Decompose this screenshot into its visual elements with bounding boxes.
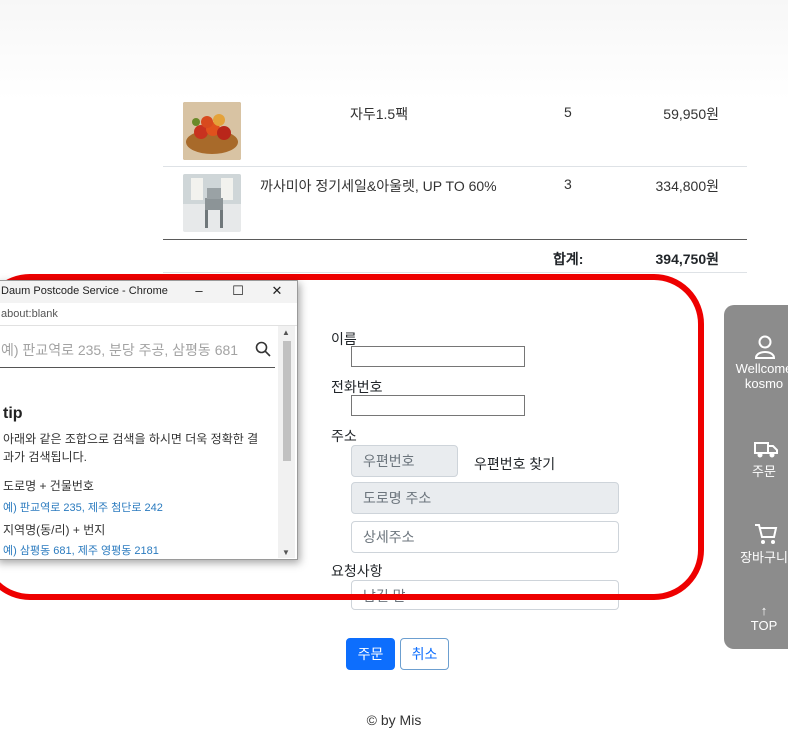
product-image [183,102,241,160]
popup-title: Daum Postcode Service - Chrome [1,285,168,297]
search-icon[interactable] [255,341,271,357]
side-order-label: 주문 [752,464,776,479]
cart-icon [755,524,778,544]
road-address-field[interactable]: 도로명 주소 [351,482,619,514]
maximize-icon[interactable]: ☐ [228,283,248,301]
postcode-search-input[interactable]: 예) 판교역로 235, 분당 주공, 삼평동 681 [0,337,275,368]
footer-text: © by Mis [366,712,422,728]
item-price: 59,950원 [663,106,719,122]
cancel-button[interactable]: 취소 [400,638,449,670]
tip-title: tip [3,405,23,422]
popup-url: about:blank [1,308,58,320]
product-image [183,174,241,232]
example-road-title: 도로명 + 건물번호 [3,479,94,493]
item-name: 까사미아 정기세일&아울렛, UP TO 60% [260,178,497,194]
search-placeholder: 예) 판교역로 235, 분당 주공, 삼평동 681 [1,342,239,358]
item-name: 자두1.5팩 [350,106,409,122]
close-icon[interactable]: ✕ [267,283,287,301]
postcode-field[interactable]: 우편번호 [351,445,458,477]
table-row: 까사미아 정기세일&아울렛, UP TO 60% 3 334,800원 [163,166,747,239]
scrollbar-thumb[interactable] [283,341,291,461]
welcome-text: Wellcome [735,361,788,376]
address-label: 주소 [331,428,357,444]
minimize-icon[interactable]: – [189,283,209,301]
top-button[interactable]: ↑ TOP [724,603,788,633]
arrow-up-icon: ↑ [760,603,768,618]
total-label: 합계: [553,251,584,267]
postcode-popup-window: Daum Postcode Service - Chrome – ☐ ✕ abo… [0,280,298,560]
detail-address-input[interactable]: 상세주소 [351,521,619,553]
postcode-search-button[interactable]: 우편번호 찾기 [474,454,555,474]
total-row: 합계: 394,750원 [163,240,747,273]
faded-header [0,0,788,100]
request-label: 요청사항 [331,563,383,579]
phone-label: 전화번호 [331,379,383,395]
popup-address-bar[interactable]: about:blank [0,303,297,326]
scroll-up-icon[interactable]: ▲ [282,328,290,337]
name-input[interactable] [351,346,525,367]
phone-input[interactable] [351,395,525,416]
popup-titlebar[interactable]: Daum Postcode Service - Chrome – ☐ ✕ [0,281,297,303]
scroll-down-icon[interactable]: ▼ [282,548,290,557]
example-road-value: 예) 판교역로 235, 제주 첨단로 242 [3,502,163,514]
order-button[interactable]: 주문 [346,638,395,670]
request-input[interactable]: 남길 말 [351,580,619,610]
username-text: kosmo [744,376,784,391]
floating-side-panel: Wellcome kosmo 주문 장바구니 ↑ TOP [724,305,788,649]
tip-description: 아래와 같은 조합으로 검색을 하시면 더욱 정확한 결과가 검색됩니다. [3,432,259,464]
popup-scrollbar[interactable]: ▲ ▼ [278,326,295,558]
top-label: TOP [750,618,778,633]
total-value: 394,750원 [655,251,720,267]
item-price: 334,800원 [655,178,720,194]
side-order-link[interactable]: 주문 [724,441,788,480]
user-icon [754,335,776,359]
truck-icon [754,442,778,458]
item-qty: 5 [564,104,572,120]
example-area-title: 지역명(동/리) + 번지 [3,523,106,537]
table-row: 자두1.5팩 5 59,950원 [163,92,747,167]
side-cart-label: 장바구니 [740,550,788,565]
side-cart-link[interactable]: 장바구니 [724,523,788,566]
example-area-value: 예) 삼평동 681, 제주 영평동 2181 [3,545,159,557]
item-qty: 3 [564,176,572,192]
user-welcome[interactable]: Wellcome kosmo [724,335,788,391]
